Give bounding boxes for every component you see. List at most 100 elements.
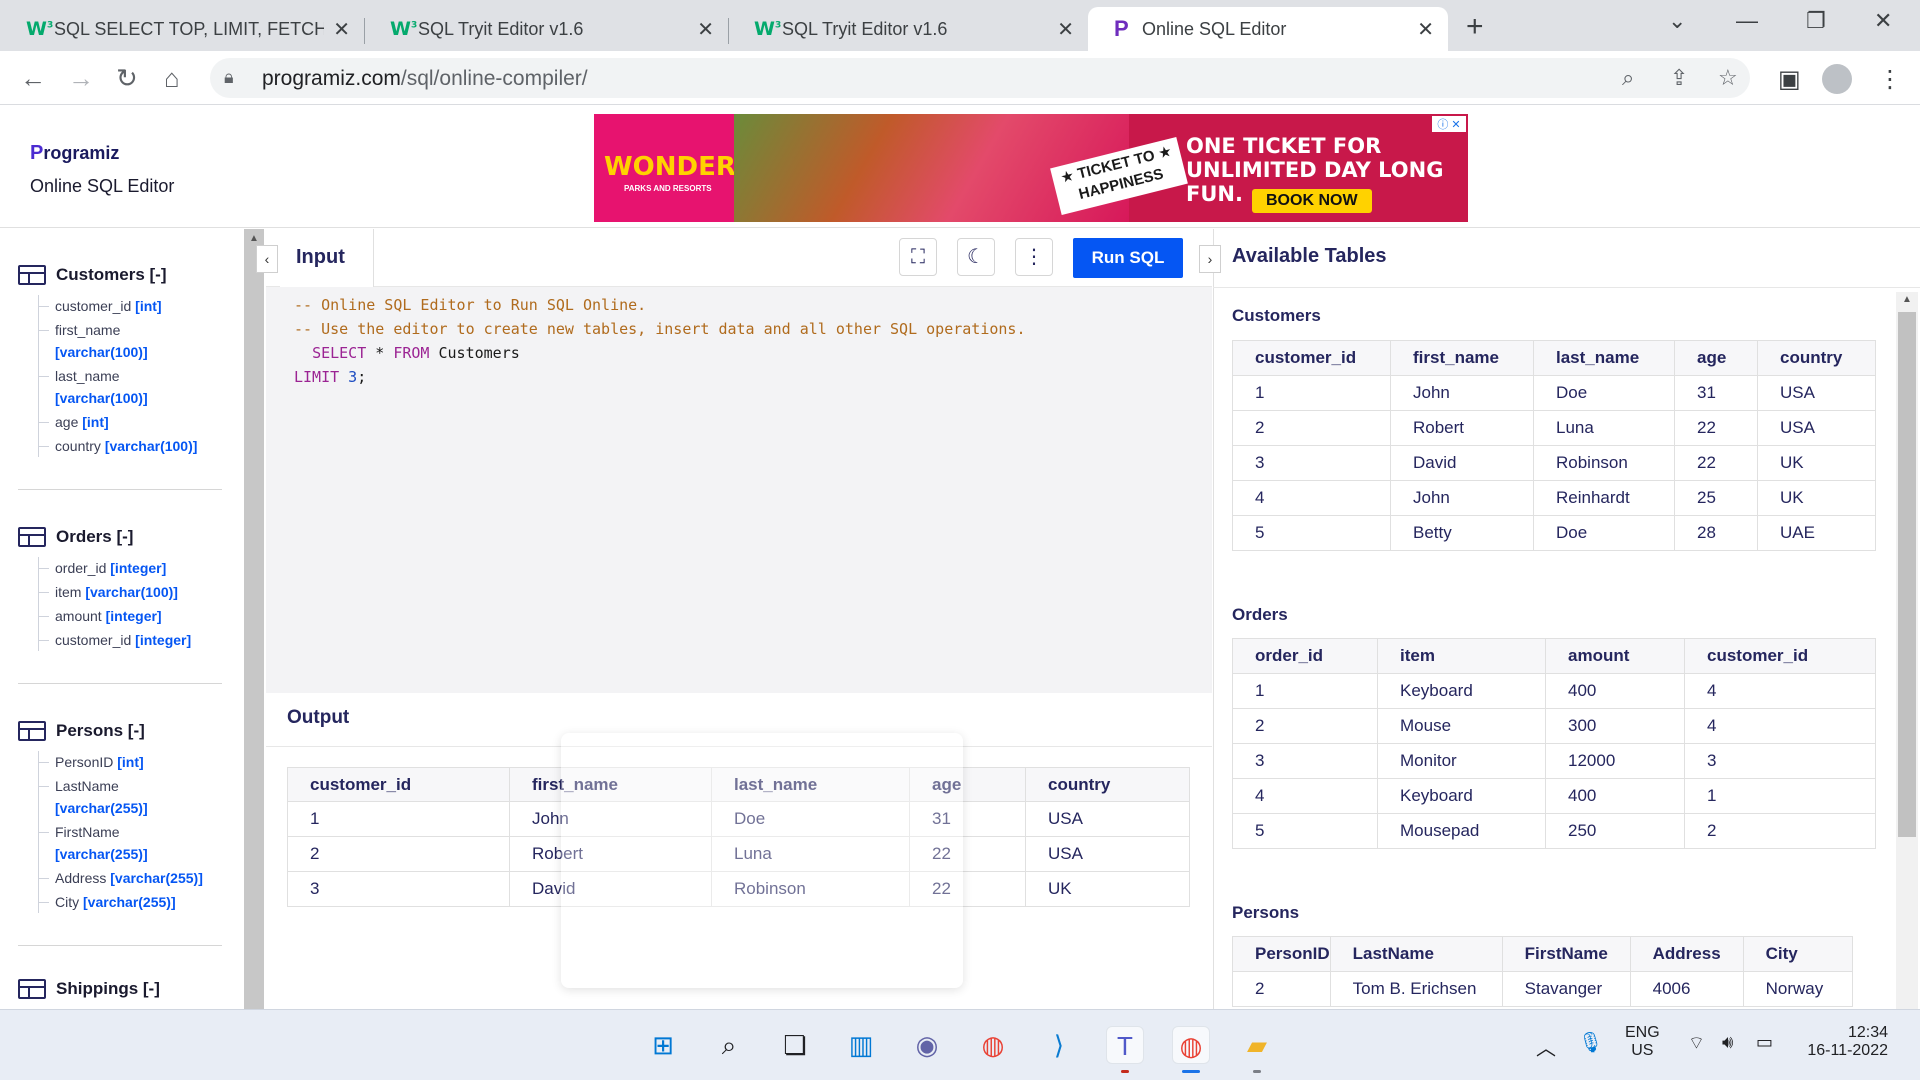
table-row: 3 David Robinson 22 UK (287, 871, 1190, 907)
active-indicator (1182, 1070, 1200, 1073)
advertisement-banner[interactable]: WONDERLA PARKS AND RESORTS ★ TICKET TO ★… (594, 114, 1468, 222)
forward-icon[interactable]: → (68, 63, 94, 94)
scroll-up-icon[interactable]: ▲ (249, 233, 259, 244)
bookmark-star-icon[interactable]: ☆ (1718, 65, 1738, 91)
close-window-icon[interactable]: ✕ (1874, 8, 1892, 34)
table-header-orders[interactable]: Orders [-] (18, 527, 239, 547)
clock-date: 16-11-2022 (1807, 1042, 1888, 1059)
menu-kebab-icon[interactable]: ⋮ (1878, 65, 1902, 94)
side-panel-icon[interactable]: ▣ (1778, 65, 1801, 94)
tab-title: SQL Tryit Editor v1.6 (418, 18, 584, 39)
widgets-icon[interactable]: ▥ (842, 1026, 880, 1064)
section-title-orders: Orders (1232, 605, 1288, 624)
file-explorer-icon[interactable]: ▰ (1238, 1026, 1276, 1064)
table-cell: 400 (1545, 778, 1685, 814)
zoom-icon[interactable]: ⌕ (1622, 65, 1634, 91)
divider (18, 945, 222, 946)
scrollbar-thumb[interactable] (1898, 312, 1916, 837)
column-list: customer_id [int] first_name [varchar(100… (38, 295, 239, 457)
table-cell: 400 (1545, 673, 1685, 709)
language-indicator[interactable]: ENG US (1625, 1024, 1660, 1060)
table-header-shippings[interactable]: Shippings [-] (18, 979, 160, 999)
search-icon[interactable]: ⌕ (710, 1026, 748, 1064)
profile-avatar[interactable] (1822, 64, 1852, 94)
clock[interactable]: 12:34 16-11-2022 (1804, 1024, 1888, 1060)
column-header: last_name (711, 767, 910, 802)
column-header: country (1025, 767, 1190, 802)
ad-book-now-button[interactable]: BOOK NOW (1252, 189, 1372, 213)
battery-icon[interactable]: ▭ (1756, 1032, 1773, 1053)
collapse-sidebar-button[interactable]: ‹ (256, 245, 278, 273)
divider (18, 489, 222, 490)
browser-tab[interactable]: W3 SQL Tryit Editor v1.6 ✕ (364, 7, 728, 51)
dark-mode-icon[interactable]: ☾ (957, 238, 995, 276)
table-row: 4 John Reinhardt 25 UK (1232, 480, 1876, 516)
column-header: customer_id (1232, 340, 1391, 376)
vscode-icon[interactable]: ⟩ (1040, 1026, 1078, 1064)
minimize-icon[interactable]: — (1736, 8, 1758, 34)
table-cell: 1 (1232, 375, 1391, 411)
column-name: customer_id (55, 298, 132, 314)
fullscreen-icon[interactable]: ⛶ (899, 238, 937, 276)
table-cell: 2 (1232, 971, 1331, 1007)
close-tab-icon[interactable]: ✕ (1417, 17, 1434, 42)
column-item: amount [integer] (39, 605, 239, 627)
chrome-active-icon[interactable]: ◍ (1172, 1026, 1210, 1064)
browser-tab[interactable]: W3 SQL SELECT TOP, LIMIT, FETCH FI ✕ (0, 7, 364, 51)
table-row: 3 David Robinson 22 UK (1232, 445, 1876, 481)
share-icon[interactable]: ⇪ (1670, 65, 1688, 91)
close-tab-icon[interactable]: ✕ (697, 17, 714, 42)
chrome-icon[interactable]: ◍ (974, 1026, 1012, 1064)
table-header-customers[interactable]: Customers [-] (18, 265, 239, 285)
programiz-logo[interactable]: Programiz (30, 142, 119, 165)
column-list: order_id [integer] item [varchar(100)] a… (38, 557, 239, 651)
run-sql-button[interactable]: Run SQL (1073, 238, 1183, 278)
teams-icon[interactable]: T (1106, 1026, 1144, 1064)
tray-overflow-icon[interactable]: ︿ (1536, 1032, 1556, 1061)
table-cell: 2 (1232, 410, 1391, 446)
code-keyword: SELECT (312, 344, 367, 362)
start-icon[interactable]: ⊞ (644, 1026, 682, 1064)
code-editor[interactable]: -- Online SQL Editor to Run SQL Online. … (266, 287, 1212, 693)
browser-tab-active[interactable]: P Online SQL Editor ✕ (1088, 7, 1448, 51)
sidebar-scrollbar[interactable]: ▲ (244, 229, 264, 1009)
column-item: LastName [varchar(255)] (39, 775, 239, 819)
more-options-icon[interactable]: ⋮ (1015, 238, 1053, 276)
address-toolbar: ← → ↻ ⌂ 🔒︎ programiz.com/sql/online-comp… (0, 51, 1920, 105)
table-cell: UAE (1757, 515, 1876, 551)
tables-scrollbar[interactable]: ▲ (1896, 292, 1918, 1009)
tab-input[interactable]: Input (280, 229, 374, 287)
table-title: Orders [-] (56, 527, 134, 546)
reload-icon[interactable]: ↻ (116, 63, 138, 94)
column-type: [varchar(255)] (110, 870, 203, 886)
table-header-row: customer_id first_name last_name age cou… (287, 767, 1190, 802)
browser-tab[interactable]: W3 SQL Tryit Editor v1.6 ✕ (728, 7, 1088, 51)
address-bar[interactable]: 🔒︎ programiz.com/sql/online-compiler/ ⌕ … (210, 58, 1750, 98)
microphone-icon[interactable]: 🎙︎ (1578, 1030, 1603, 1055)
close-tab-icon[interactable]: ✕ (333, 17, 350, 42)
wifi-icon[interactable]: ⌔ (1688, 1032, 1705, 1055)
customers-table: customer_id first_name last_name age cou… (1232, 340, 1876, 551)
task-view-icon[interactable]: ❏ (776, 1026, 814, 1064)
close-tab-icon[interactable]: ✕ (1057, 17, 1074, 42)
adchoices-icon[interactable]: ⓘ ✕ (1432, 116, 1466, 132)
home-icon[interactable]: ⌂ (164, 63, 180, 94)
restore-icon[interactable]: ❐ (1806, 8, 1826, 34)
back-icon[interactable]: ← (20, 63, 46, 94)
table-cell: 4 (1232, 480, 1391, 516)
column-header: age (1674, 340, 1758, 376)
output-title: Output (287, 707, 350, 728)
scroll-up-icon[interactable]: ▲ (1902, 294, 1912, 305)
new-tab-icon[interactable]: + (1466, 10, 1484, 44)
volume-icon[interactable]: 🔊︎ (1722, 1032, 1733, 1053)
table-header-persons[interactable]: Persons [-] (18, 721, 239, 741)
collapse-tables-button[interactable]: › (1199, 245, 1221, 273)
chat-icon[interactable]: ◉ (908, 1026, 946, 1064)
column-header: LastName (1329, 936, 1503, 972)
table-cell: Robinson (1533, 445, 1675, 481)
divider (18, 683, 222, 684)
code-keyword: LIMIT (294, 368, 340, 386)
lock-icon[interactable]: 🔒︎ (224, 67, 234, 88)
tab-search-icon[interactable]: ⌄ (1668, 8, 1686, 34)
column-name: PersonID (55, 754, 114, 770)
